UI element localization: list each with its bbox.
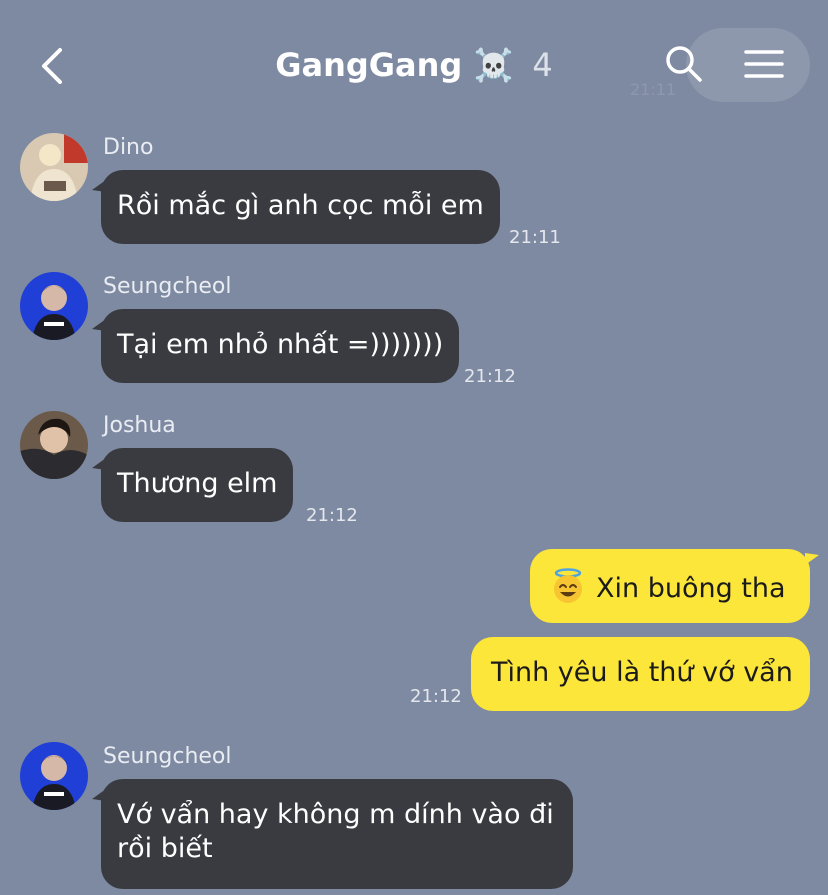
message-text-line1: Vớ vẩn hay không m dính vào đi xyxy=(117,799,554,830)
group-name: GangGang xyxy=(275,46,463,84)
message-bubble[interactable]: Rồi mắc gì anh cọc mỗi em xyxy=(92,170,500,244)
avatar-dino[interactable] xyxy=(20,133,88,201)
message-text: Tình yêu là thứ vớ vẩn xyxy=(491,657,793,688)
sender-name: Seungcheol xyxy=(103,744,232,769)
avatar-seungcheol[interactable] xyxy=(20,742,88,810)
search-icon[interactable] xyxy=(664,44,704,84)
outgoing-message-bubble[interactable]: Xin buông tha xyxy=(530,549,819,623)
message-time: 21:11 xyxy=(509,227,561,248)
message-time: 21:12 xyxy=(464,366,516,387)
avatar-seungcheol[interactable] xyxy=(20,272,88,340)
message-text: Rồi mắc gì anh cọc mỗi em xyxy=(117,190,484,221)
message-time: 21:12 xyxy=(306,505,358,526)
message-text-line2: rồi biết xyxy=(117,833,213,864)
member-count: 4 xyxy=(532,46,553,84)
sender-name: Seungcheol xyxy=(103,274,232,299)
sender-name: Joshua xyxy=(103,413,176,438)
avatar-joshua[interactable] xyxy=(20,411,88,479)
message-text: Xin buông tha xyxy=(596,573,786,604)
message-bubble[interactable]: Thương elm xyxy=(91,448,294,522)
message-bubble[interactable]: Vớ vẩn hay không m dính vào đi rồi biết xyxy=(92,779,573,889)
menu-icon[interactable] xyxy=(744,48,784,80)
halo-smile-emoji-icon xyxy=(554,568,582,603)
chat-header: GangGang ☠️ 4 21:11 xyxy=(0,0,828,120)
outgoing-message-bubble[interactable]: Tình yêu là thứ vớ vẩn xyxy=(471,637,810,711)
message-time: 21:12 xyxy=(410,686,462,707)
message-text: Tại em nhỏ nhất =))))))) xyxy=(117,329,444,360)
message-text: Thương elm xyxy=(117,468,278,499)
sender-name: Dino xyxy=(103,135,154,160)
message-bubble[interactable]: Tại em nhỏ nhất =))))))) xyxy=(91,309,460,383)
skull-emoji: ☠️ xyxy=(473,46,514,84)
